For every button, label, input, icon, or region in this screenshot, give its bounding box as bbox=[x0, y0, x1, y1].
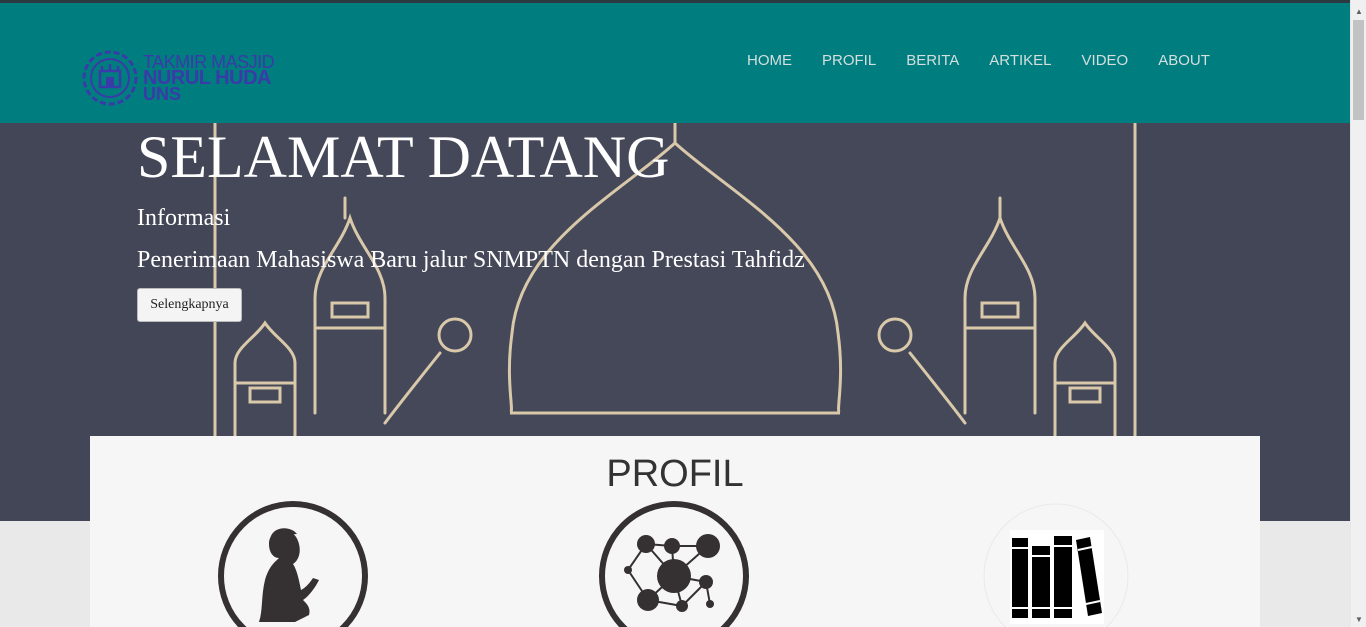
logo-emblem-icon bbox=[82, 50, 138, 106]
profil-title: PROFIL bbox=[606, 453, 744, 495]
nav-artikel[interactable]: ARTIKEL bbox=[974, 52, 1066, 70]
nav-profil[interactable]: PROFIL bbox=[807, 52, 891, 70]
page-scrollbar[interactable]: ▲ ▼ bbox=[1350, 0, 1366, 627]
site-logo[interactable]: TAKMIR MASJID NURUL HUDA UNS bbox=[80, 47, 280, 109]
nav-home[interactable]: HOME bbox=[732, 52, 807, 70]
navbar: TAKMIR MASJID NURUL HUDA UNS HOME PROFIL… bbox=[0, 3, 1350, 123]
scrollbar-thumb[interactable] bbox=[1353, 20, 1364, 120]
nav-video[interactable]: VIDEO bbox=[1067, 52, 1144, 70]
profil-section: PROFIL bbox=[90, 436, 1260, 627]
scroll-down-icon[interactable]: ▼ bbox=[1351, 611, 1366, 627]
logo-text: TAKMIR MASJID NURUL HUDA UNS bbox=[143, 53, 275, 103]
hero-title: SELAMAT DATANG bbox=[137, 124, 670, 190]
scroll-up-icon[interactable]: ▲ bbox=[1351, 3, 1366, 19]
books-icon[interactable] bbox=[980, 500, 1132, 627]
praying-person-icon[interactable] bbox=[217, 500, 369, 627]
nav-berita[interactable]: BERITA bbox=[891, 52, 974, 70]
main-nav: HOME PROFIL BERITA ARTIKEL VIDEO ABOUT bbox=[732, 52, 1225, 70]
hero-subtitle: Informasi bbox=[137, 205, 231, 231]
network-nodes-icon[interactable] bbox=[598, 500, 750, 627]
nav-about[interactable]: ABOUT bbox=[1143, 52, 1225, 70]
hero-description: Penerimaan Mahasiswa Baru jalur SNMPTN d… bbox=[137, 247, 805, 273]
read-more-button[interactable]: Selengkapnya bbox=[137, 288, 242, 322]
